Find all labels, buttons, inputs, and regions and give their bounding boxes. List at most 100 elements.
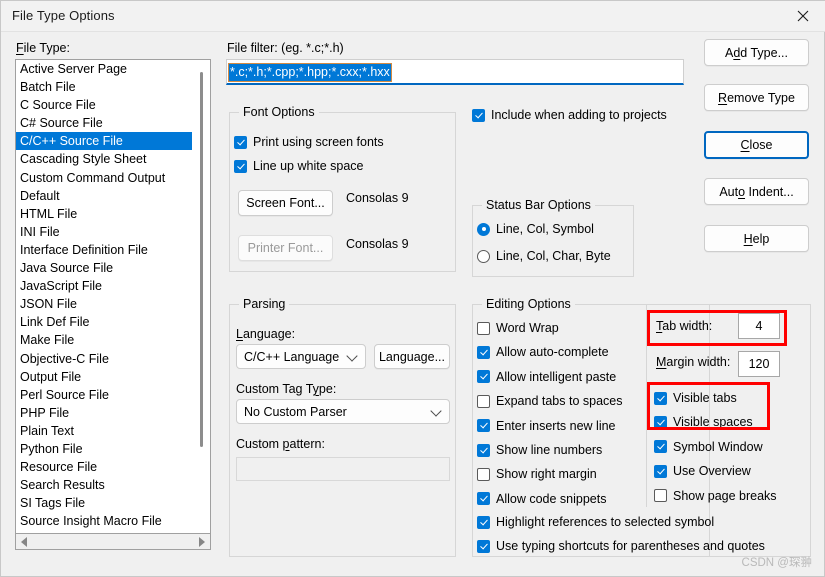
list-item[interactable]: Source Insight Macro File [16,512,188,530]
title-bar: File Type Options [1,1,825,32]
list-item[interactable]: Search Results [16,476,188,494]
checkbox-visible-tabs[interactable]: Visible tabs [654,391,737,405]
checkbox-line-up-white-space[interactable]: Line up white space [234,159,364,173]
file-type-list[interactable]: Active Server Page Batch File C Source Fil… [16,60,192,530]
checkbox-allow-auto-complete[interactable]: Allow auto-complete [477,345,609,359]
list-item[interactable]: Batch File [16,78,188,96]
close-button[interactable]: Close [704,131,809,159]
checkbox-use-overview[interactable]: Use Overview [654,464,751,478]
screen-font-button[interactable]: Screen Font... [238,190,333,216]
list-item[interactable]: Python File [16,440,188,458]
custom-tag-type-value: No Custom Parser [244,404,347,419]
checkbox-enter-inserts-new-line[interactable]: Enter inserts new line [477,419,616,433]
custom-tag-type-combobox[interactable]: No Custom Parser [236,399,450,424]
checkbox-icon [654,391,667,405]
radio-line-col-char-byte[interactable]: Line, Col, Char, Byte [477,249,611,263]
scrollbar-thumb[interactable] [200,72,203,447]
checkbox-label: Line up white space [253,159,364,173]
screen-font-value: Consolas 9 [346,191,409,205]
add-type-button[interactable]: Add Type... [704,39,809,66]
checkbox-icon [477,345,490,359]
language-value: C/C++ Language [244,349,340,364]
margin-width-value: 120 [748,357,770,371]
scroll-right-icon[interactable] [199,537,205,547]
checkbox-label: Highlight references to selected symbol [496,515,715,529]
list-item[interactable]: INI File [16,223,188,241]
checkbox-icon [472,108,485,122]
radio-icon [477,222,490,236]
checkbox-icon [477,492,490,506]
language-combobox[interactable]: C/C++ Language [236,344,366,369]
checkbox-symbol-window[interactable]: Symbol Window [654,440,763,454]
checkbox-show-page-breaks[interactable]: Show page breaks [654,489,777,503]
file-type-listbox[interactable]: Active Server Page Batch File C Source Fil… [15,59,211,534]
margin-width-input[interactable]: 120 [738,351,780,377]
list-item[interactable]: C# Source File [16,114,188,132]
checkbox-icon [234,135,247,149]
file-filter-value[interactable]: *.c;*.h;*.cpp;*.hpp;*.cxx;*.hxx [228,63,392,82]
checkbox-label: Print using screen fonts [253,135,384,149]
scroll-left-icon[interactable] [21,537,27,547]
printer-font-value: Consolas 9 [346,237,409,251]
checkbox-allow-code-snippets[interactable]: Allow code snippets [477,492,606,506]
list-item[interactable]: JSON File [16,295,188,313]
checkbox-visible-spaces[interactable]: Visible spaces [654,415,753,429]
checkbox-expand-tabs-to-spaces[interactable]: Expand tabs to spaces [477,394,622,408]
remove-type-button[interactable]: Remove Type [704,84,809,111]
list-item[interactable]: Cascading Style Sheet [16,150,188,168]
checkbox-icon [654,489,667,503]
auto-indent-button[interactable]: Auto Indent... [704,178,809,205]
checkbox-use-typing-shortcuts-for-parentheses-and-quotes[interactable]: Use typing shortcuts for parentheses and… [477,539,765,553]
tab-width-input[interactable]: 4 [738,313,780,339]
custom-pattern-input[interactable] [236,457,450,481]
list-item[interactable]: Resource File [16,458,188,476]
list-item[interactable]: Custom Command Output [16,169,188,187]
help-button-label: Help [743,231,770,246]
list-item[interactable]: Perl Source File [16,386,188,404]
checkbox-allow-intelligent-paste[interactable]: Allow intelligent paste [477,370,616,384]
list-item[interactable]: Default [16,187,188,205]
checkbox-show-line-numbers[interactable]: Show line numbers [477,443,602,457]
checkbox-icon [654,415,667,429]
checkbox-icon [477,394,490,408]
list-item[interactable]: Make File [16,331,188,349]
radio-line-col-symbol[interactable]: Line, Col, Symbol [477,222,594,236]
list-item[interactable]: Active Server Page [16,60,188,78]
tab-width-label: Tab width: [656,319,713,333]
list-item[interactable]: Output File [16,368,188,386]
remove-type-button-label: Remove Type [718,90,795,105]
list-item[interactable]: JavaScript File [16,277,188,295]
list-item[interactable]: Objective-C File [16,350,188,368]
checkbox-show-right-margin[interactable]: Show right margin [477,467,597,481]
list-item[interactable]: Link Def File [16,313,188,331]
checkbox-label: Enter inserts new line [496,418,616,433]
editing-options-title: Editing Options [482,297,575,311]
auto-indent-button-label: Auto Indent... [719,184,794,199]
file-filter-input[interactable]: *.c;*.h;*.cpp;*.hpp;*.cxx;*.hxx [226,59,684,85]
list-item[interactable]: Java Source File [16,259,188,277]
list-item[interactable]: SI Tags File [16,494,188,512]
list-item[interactable]: HTML File [16,205,188,223]
checkbox-print-using-screen-fonts[interactable]: Print using screen fonts [234,135,384,149]
status-bar-options-title: Status Bar Options [482,198,595,212]
list-item[interactable]: Interface Definition File [16,241,188,259]
file-type-list-scrollbar[interactable] [194,60,210,533]
checkbox-icon [477,321,490,335]
language-button[interactable]: Language... [374,344,450,369]
help-button[interactable]: Help [704,225,809,252]
list-item[interactable]: C/C++ Source File [16,132,192,151]
custom-pattern-label: Custom pattern: [236,437,325,451]
list-item[interactable]: C Source File [16,96,188,114]
language-label: Language: [236,327,296,341]
checkbox-word-wrap[interactable]: Word Wrap [477,321,559,335]
list-item[interactable]: Plain Text [16,422,188,440]
checkbox-icon [477,370,490,384]
list-item[interactable]: PHP File [16,404,188,422]
close-icon[interactable] [780,1,825,30]
file-type-list-hscrollbar[interactable] [15,534,211,550]
checkbox-label: Show line numbers [496,443,603,457]
checkbox-include-when-adding-to-projects[interactable]: Include when adding to projects [472,108,667,122]
checkbox-label: Show page breaks [673,488,777,503]
watermark: CSDN @琛翀 [741,557,812,569]
checkbox-highlight-references-to-selected-symbol[interactable]: Highlight references to selected symbol [477,515,714,529]
